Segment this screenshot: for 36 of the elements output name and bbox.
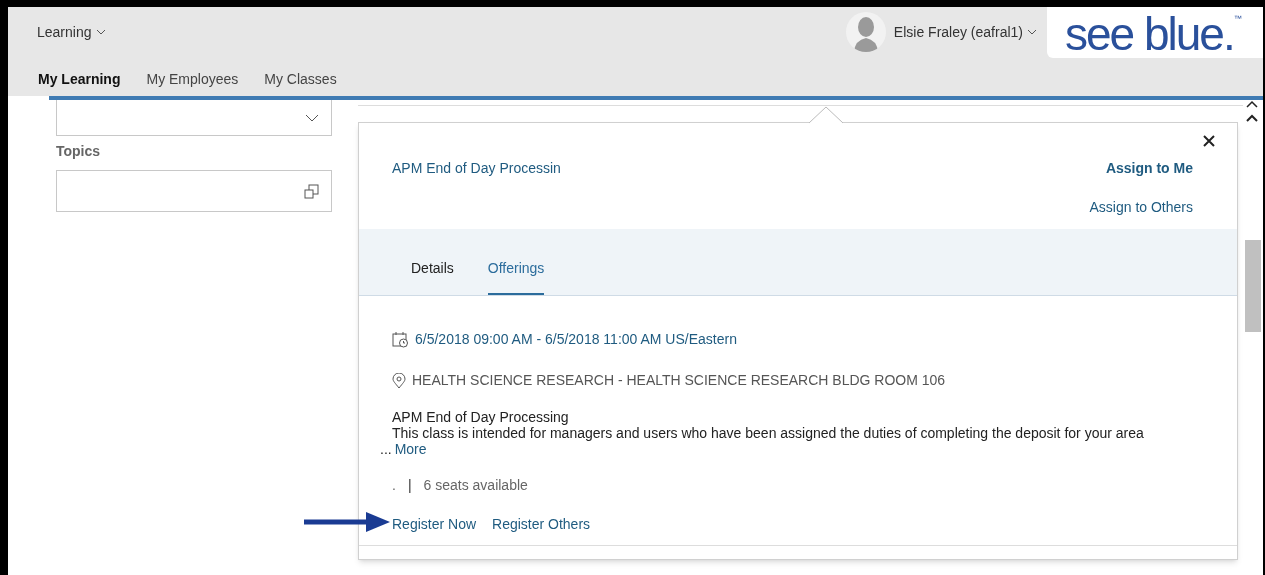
value-help-icon[interactable] — [304, 183, 319, 199]
tab[interactable]: Details — [411, 258, 454, 295]
separator-text: | — [407, 476, 412, 495]
register-now-link[interactable]: Register Now — [392, 514, 477, 535]
register-others-link[interactable]: Register Others — [492, 514, 591, 535]
offering-description: This class is intended for managers and users who have been assigned the duties of completing the deposit for your area — [392, 425, 1145, 441]
assign-to-others-link[interactable]: Assign to Others — [1089, 197, 1193, 218]
chevron-down-icon — [305, 113, 319, 122]
seats-available-text: 6 seats available — [423, 476, 528, 495]
dropdown-field[interactable] — [56, 100, 332, 136]
scrollbar-thumb[interactable] — [1245, 240, 1261, 332]
course-title-link[interactable]: APM End of Day Processin — [392, 158, 561, 229]
assign-to-me-link[interactable]: Assign to Me — [1105, 158, 1193, 179]
offering-name: APM End of Day Processing — [392, 409, 570, 425]
offering-location: HEALTH SCIENCE RESEARCH - HEALTH SCIENCE RESEARCH BLDG ROOM 106 — [412, 371, 946, 390]
topics-field[interactable] — [56, 170, 332, 212]
calendar-clock-icon — [392, 331, 409, 348]
user-menu-button[interactable]: Elsie Fraley (eafral1) — [893, 21, 1037, 43]
avatar-icon — [845, 12, 886, 52]
nav-tab[interactable]: My Employees — [146, 69, 239, 92]
dot-text: . — [392, 476, 396, 495]
ellipsis-text: ... — [380, 441, 392, 457]
location-pin-icon — [392, 372, 406, 389]
chevron-down-icon — [1027, 29, 1037, 35]
tab[interactable]: Offerings — [487, 258, 545, 295]
scroll-up-icon[interactable] — [1246, 100, 1258, 108]
more-link[interactable]: More — [394, 441, 427, 457]
scroll-up-icon[interactable] — [1246, 114, 1258, 122]
chevron-down-icon — [95, 29, 106, 35]
offering-date: 6/5/2018 09:00 AM - 6/5/2018 11:00 AM US/Eastern — [415, 330, 737, 349]
app-menu-button[interactable]: Learning — [37, 21, 106, 43]
nav-tab[interactable]: My Classes — [264, 69, 337, 92]
nav-tab[interactable]: My Learning — [38, 69, 121, 92]
close-icon — [1203, 135, 1215, 147]
logo: see blue.™ — [1047, 7, 1263, 58]
topics-label: Topics — [56, 142, 102, 161]
